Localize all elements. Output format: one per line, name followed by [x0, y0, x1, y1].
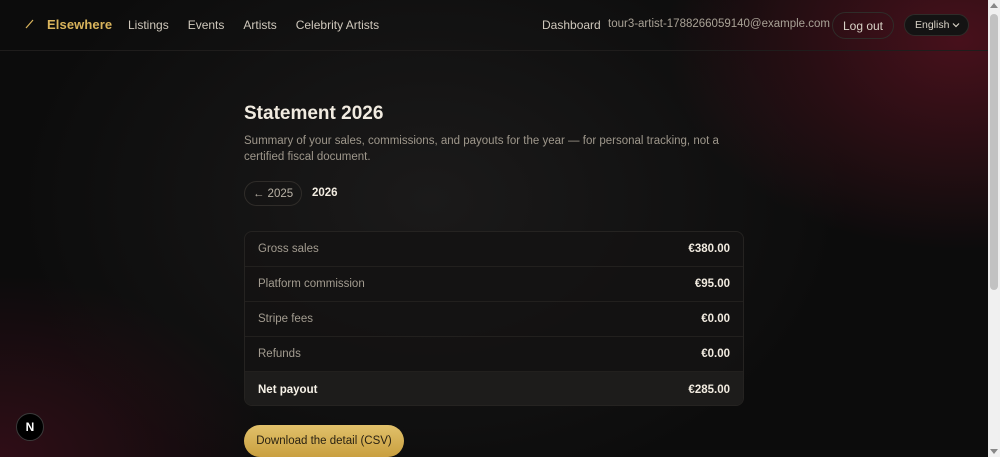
top-navigation-bar: Elsewhere Listings Events Artists Celebr… — [0, 0, 988, 51]
brand-logo-icon — [25, 19, 34, 29]
user-email: tour3-artist-1788266059140@example.com — [608, 18, 830, 30]
dev-tools-badge[interactable]: N — [16, 413, 44, 441]
language-select-value: English — [915, 19, 950, 31]
previous-year-button[interactable]: ← 2025 — [244, 181, 302, 206]
download-csv-button[interactable]: Download the detail (CSV) — [244, 425, 404, 457]
chevron-down-icon — [952, 23, 960, 28]
statement-row-refunds: Refunds €0.00 — [245, 337, 743, 372]
statement-row-value: €0.00 — [701, 313, 730, 325]
current-year-label: 2026 — [312, 187, 338, 199]
statement-row-label: Gross sales — [258, 243, 319, 255]
nav-link-events[interactable]: Events — [188, 18, 225, 32]
dashboard-link[interactable]: Dashboard — [542, 18, 601, 32]
language-select[interactable]: English — [904, 14, 969, 36]
nav-link-artists[interactable]: Artists — [243, 18, 276, 32]
brand-name[interactable]: Elsewhere — [47, 17, 112, 32]
main-nav: Listings Events Artists Celebrity Artist… — [128, 18, 398, 32]
statement-row-value: €380.00 — [688, 243, 730, 255]
scroll-down-arrow-icon[interactable] — [990, 449, 998, 454]
statement-row-platform-commission: Platform commission €95.00 — [245, 267, 743, 302]
page-scrollbar[interactable] — [988, 0, 1000, 457]
statement-row-value: €95.00 — [694, 278, 730, 290]
nav-link-celebrity-artists[interactable]: Celebrity Artists — [296, 18, 379, 32]
statement-row-stripe-fees: Stripe fees €0.00 — [245, 302, 743, 337]
statement-row-value: €285.00 — [688, 383, 730, 396]
statement-row-value: €0.00 — [701, 348, 730, 360]
logout-button[interactable]: Log out — [832, 12, 894, 39]
statement-table: Gross sales €380.00 Platform commission … — [244, 231, 744, 406]
statement-row-label: Net payout — [258, 383, 318, 396]
nav-link-listings[interactable]: Listings — [128, 18, 169, 32]
page-subtitle: Summary of your sales, commissions, and … — [244, 135, 719, 163]
scroll-up-arrow-icon[interactable] — [990, 3, 998, 8]
page-title: Statement 2026 — [244, 103, 384, 124]
statement-row-gross-sales: Gross sales €380.00 — [245, 232, 743, 267]
statement-row-label: Refunds — [258, 348, 301, 360]
statement-row-net-payout: Net payout €285.00 — [245, 372, 743, 405]
scrollbar-thumb[interactable] — [990, 14, 998, 290]
statement-row-label: Platform commission — [258, 278, 365, 290]
statement-row-label: Stripe fees — [258, 313, 313, 325]
